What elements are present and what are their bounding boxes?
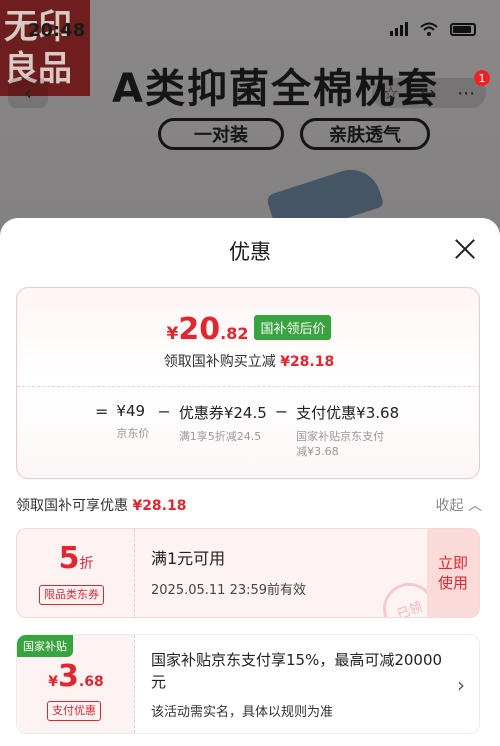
back-button[interactable]: ‹ (8, 78, 48, 108)
gov-subsidy-badge: 国家补贴 (17, 635, 73, 657)
dashed-divider (17, 386, 479, 387)
close-icon[interactable] (452, 236, 478, 262)
coupon-value-block: 5折 限品类东券 (17, 529, 135, 617)
jd-price-col: ¥49 京东价 (116, 402, 149, 441)
final-price-card: ¥20.82 国补领后价 领取国补购买立减 ¥28.18 = ¥49 京东价 −… (16, 287, 480, 479)
collapse-button[interactable]: 收起 ︿ (436, 495, 482, 515)
pay-note: 国家补贴京东支付 减¥3.68 (296, 429, 399, 459)
feature-pill-soft: 亲肤透气 (300, 118, 430, 150)
use-label-line2: 使用 (437, 574, 468, 592)
subtitle-amount: ¥28.18 (280, 354, 335, 370)
coupon-info: 满1元可用 2025.05.11 23:59前有效 (151, 545, 306, 598)
gov-info: 国家补贴京东支付享15%，最高可减20000元 该活动需实名，具体以规则为准 (151, 649, 451, 720)
coupon-discount-number: 5 (58, 541, 80, 576)
feature-pill-pair: 一对装 (158, 118, 284, 150)
minus-sign: − (274, 402, 289, 421)
status-time: 20:48 (28, 20, 86, 41)
coupon-card[interactable]: 5折 限品类东券 满1元可用 2025.05.11 23:59前有效 已领 立即… (16, 528, 480, 618)
use-now-button[interactable]: 立即 使用 (427, 529, 479, 617)
coupon-title: 满1元可用 (151, 549, 226, 568)
wifi-icon (420, 22, 438, 36)
coupon-note: 满1享5折减24.5 (178, 430, 262, 443)
chevron-up-icon: ︿ (468, 498, 482, 514)
section-title: 领取国补可享优惠 ¥28.18 (16, 495, 186, 515)
minus-sign: − (157, 402, 171, 421)
message-badge: 1 (474, 70, 490, 86)
coupon-value: 优惠券¥24.5 (178, 404, 267, 422)
subtitle-text: 领取国补购买立减 (163, 354, 276, 370)
pay-col: 支付优惠¥3.68 国家补贴京东支付 减¥3.68 (296, 402, 399, 459)
price-subtitle: 领取国补购买立减 ¥28.18 (17, 351, 479, 371)
pay-discount-tag: 支付优惠 (47, 701, 101, 721)
coupon-discount: 5折 (17, 541, 135, 576)
gov-currency: ¥ (48, 674, 59, 690)
final-price: ¥20.82 国补领后价 (17, 312, 479, 347)
gov-value-block: 国家补贴 ¥3.68 支付优惠 (17, 635, 135, 733)
coupon-discount-unit: 折 (79, 556, 94, 572)
coupon-col: 优惠券¥24.5 满1享5折减24.5 (179, 402, 267, 444)
section-title-text: 领取国补可享优惠 (16, 498, 128, 514)
signal-icon (390, 22, 408, 36)
gov-note: 该活动需实名，具体以规则为准 (151, 705, 334, 720)
equals-sign: = (95, 402, 109, 421)
coupon-expiry: 2025.05.11 23:59前有效 (151, 583, 307, 598)
section-title-amount: ¥28.18 (132, 498, 187, 514)
pay-note-line1: 国家补贴京东支付 (296, 430, 385, 443)
status-icons (390, 22, 476, 36)
gov-amount-int: 3 (58, 659, 79, 694)
favorite-star-icon[interactable]: ☆ (383, 83, 399, 104)
use-label-line1: 立即 (437, 554, 468, 572)
price-currency: ¥ (166, 324, 179, 344)
pay-value: 支付优惠¥3.68 (296, 404, 400, 422)
gov-title: 国家补贴京东支付享15%，最高可减20000元 (151, 651, 443, 691)
gov-amount-dec: .68 (78, 674, 104, 690)
gov-subsidy-card[interactable]: 国家补贴 ¥3.68 支付优惠 国家补贴京东支付享15%，最高可减20000元 … (16, 634, 480, 734)
share-icon[interactable]: ↪ (421, 83, 436, 104)
discount-sheet: 优惠 ¥20.82 国补领后价 领取国补购买立减 ¥28.18 = ¥49 京东… (0, 218, 500, 746)
price-formula: = ¥49 京东价 − 优惠券¥24.5 满1享5折减24.5 − 支付优惠¥3… (87, 402, 399, 459)
jd-price-note: 京东价 (116, 427, 150, 440)
price-decimal: .82 (220, 324, 249, 343)
coupon-category-tag: 限品类东券 (39, 585, 104, 605)
sheet-title: 优惠 (229, 240, 271, 264)
price-integer: 20 (178, 312, 221, 347)
chevron-right-icon[interactable]: › (457, 673, 465, 697)
battery-icon (450, 22, 476, 36)
collapse-label: 收起 (435, 498, 464, 514)
more-icon[interactable]: ⋯ (457, 83, 475, 104)
top-action-bar: ☆ ↪ ⋯ (372, 78, 486, 108)
gov-price-tag: 国补领后价 (254, 315, 332, 340)
pay-note-line2: 减¥3.68 (296, 445, 339, 458)
gov-amount: ¥3.68 (17, 659, 135, 694)
jd-price: ¥49 (116, 402, 146, 420)
